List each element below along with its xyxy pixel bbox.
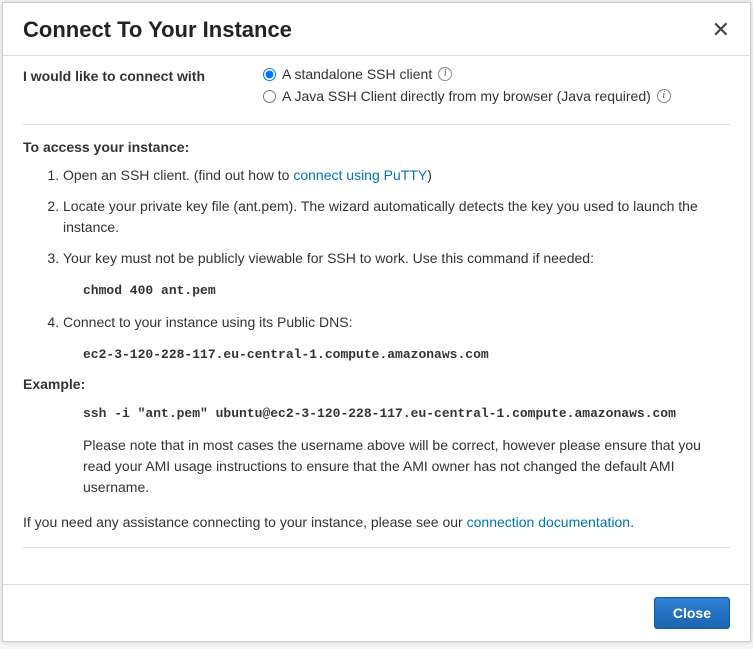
radio-label: A standalone SSH client	[282, 66, 432, 82]
ssh-command: ssh -i "ant.pem" ubuntu@ec2-3-120-228-11…	[83, 406, 730, 421]
dialog-body: I would like to connect with A standalon…	[3, 56, 750, 584]
access-steps-cont: Connect to your instance using its Publi…	[23, 312, 730, 333]
radio-standalone-ssh[interactable]: A standalone SSH client i	[263, 66, 730, 82]
connect-instance-dialog: Connect To Your Instance ✕ I would like …	[2, 2, 751, 642]
chmod-command: chmod 400 ant.pem	[83, 283, 730, 298]
assist-post: .	[630, 514, 634, 530]
close-button[interactable]: Close	[654, 597, 730, 629]
public-dns: ec2-3-120-228-117.eu-central-1.compute.a…	[83, 347, 730, 362]
dialog-title: Connect To Your Instance	[23, 17, 292, 43]
step-text: )	[427, 167, 432, 183]
divider	[23, 124, 730, 125]
dialog-footer: Close	[3, 584, 750, 641]
dialog-header: Connect To Your Instance ✕	[3, 3, 750, 56]
assistance-text: If you need any assistance connecting to…	[23, 512, 730, 533]
divider	[23, 547, 730, 548]
connection-docs-link[interactable]: connection documentation	[467, 514, 630, 530]
step-locate-key: Locate your private key file (ant.pem). …	[63, 196, 730, 238]
step-open-ssh: Open an SSH client. (find out how to con…	[63, 165, 730, 186]
putty-link[interactable]: connect using PuTTY	[293, 167, 427, 183]
access-steps: Open an SSH client. (find out how to con…	[23, 165, 730, 269]
connect-method-options: A standalone SSH client i A Java SSH Cli…	[263, 66, 730, 110]
info-icon[interactable]: i	[657, 89, 671, 103]
radio-java-ssh[interactable]: A Java SSH Client directly from my brows…	[263, 88, 730, 104]
example-heading: Example:	[23, 376, 730, 392]
connect-method-row: I would like to connect with A standalon…	[23, 66, 730, 110]
close-icon[interactable]: ✕	[712, 19, 730, 41]
assist-pre: If you need any assistance connecting to…	[23, 514, 467, 530]
radio-standalone-ssh-input[interactable]	[263, 68, 276, 81]
step-text: Open an SSH client. (find out how to	[63, 167, 293, 183]
step-chmod: Your key must not be publicly viewable f…	[63, 248, 730, 269]
radio-label: A Java SSH Client directly from my brows…	[282, 88, 651, 104]
info-icon[interactable]: i	[438, 67, 452, 81]
connect-method-label: I would like to connect with	[23, 66, 263, 84]
radio-java-ssh-input[interactable]	[263, 90, 276, 103]
access-heading: To access your instance:	[23, 139, 730, 155]
username-note: Please note that in most cases the usern…	[83, 435, 730, 498]
step-connect-dns: Connect to your instance using its Publi…	[63, 312, 730, 333]
